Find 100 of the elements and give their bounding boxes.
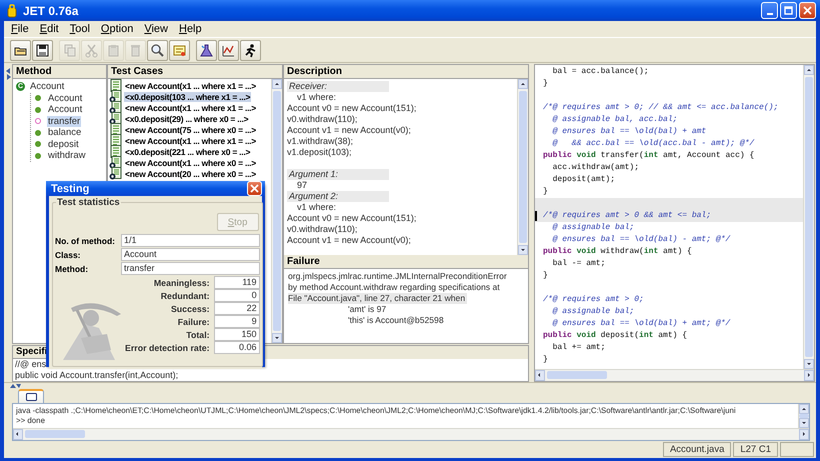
dialog-title: Testing xyxy=(51,182,90,194)
copy-icon xyxy=(62,42,77,58)
code-line: /*@ requires amt > 0; xyxy=(542,294,645,306)
pane-header: Description xyxy=(284,65,528,79)
menu-item[interactable]: File xyxy=(6,23,34,35)
scissors-icon xyxy=(84,42,99,58)
tree-item[interactable]: withdraw xyxy=(47,150,86,162)
stat-value: 119 xyxy=(214,276,260,289)
text-field[interactable]: Account xyxy=(121,248,260,261)
stat-value: 22 xyxy=(214,302,260,315)
test-case-item[interactable]: <new Account(x1 ... where x1 = ...> xyxy=(124,102,258,112)
text-field[interactable]: transfer xyxy=(121,262,260,275)
test-case-item[interactable]: <new Account(20 ... where x0 = ...> xyxy=(124,168,258,178)
horizontal-scrollbar[interactable] xyxy=(535,369,814,381)
running-figure-button[interactable] xyxy=(240,40,261,60)
test-case-item[interactable]: <x0.deposit(29) ... where x0 = ...> xyxy=(124,114,250,124)
menu-item[interactable]: Tool xyxy=(64,23,95,35)
specification-line: public void Account.transfer(int,Account); xyxy=(15,370,180,381)
description-line: Account v1 = new Account(v0); xyxy=(287,235,412,246)
test-case-item[interactable]: <x0.deposit(221 ... where x0 = ...> xyxy=(124,146,252,156)
tree-item[interactable]: Account xyxy=(47,104,84,116)
document-icon xyxy=(109,79,122,92)
console-tab[interactable] xyxy=(18,389,44,403)
code-line: @ ensures bal == \old(bal) + amt; @*/ xyxy=(552,318,732,330)
stat-value: 9 xyxy=(214,315,260,328)
group-label: Test statistics xyxy=(56,197,121,208)
search-icon xyxy=(150,42,165,58)
document-icon xyxy=(109,123,122,136)
vertical-scrollbar[interactable] xyxy=(803,65,814,369)
test-case-item[interactable]: <new Account(x1 ... where x1 = ...> xyxy=(124,80,258,90)
close-icon xyxy=(250,184,259,193)
clipboard-icon xyxy=(106,42,121,58)
figure-drawing xyxy=(63,303,121,360)
menu-item[interactable]: Edit xyxy=(34,23,64,35)
note-button[interactable] xyxy=(169,40,190,60)
failure-line: 'amt' is 97 xyxy=(347,304,388,315)
code-line: @ assignable bal, acc.bal; xyxy=(552,114,678,126)
description-line: v0.withdraw(110); xyxy=(287,114,358,125)
tree-item[interactable]: balance xyxy=(47,127,82,138)
description-line: Account v0 = new Account(151); xyxy=(287,213,418,224)
pane-header: Method xyxy=(13,65,106,79)
chart-button[interactable] xyxy=(218,40,239,60)
menu-item[interactable]: Help xyxy=(174,23,207,35)
specification-line: //@ ens xyxy=(15,359,48,370)
status-cell xyxy=(780,442,814,457)
code-line: @ && acc.bal == \old(acc.bal - amt); @*/ xyxy=(552,138,756,150)
split-arrows-icon[interactable] xyxy=(6,68,10,80)
flask-icon xyxy=(199,42,214,58)
status-cell: Account.java xyxy=(662,442,732,457)
code-line: acc.withdraw(amt); xyxy=(552,162,640,174)
code-line: @ ensures bal == \old(bal) + amt xyxy=(552,126,708,138)
tree-item[interactable]: transfer xyxy=(47,116,82,127)
test-case-item[interactable]: <new Account(x1 ... where x1 = ...> xyxy=(124,136,258,146)
search-button[interactable] xyxy=(147,40,168,60)
code-line: } xyxy=(542,270,549,282)
code-line: public void transfer(int amt, Account acc) { xyxy=(542,150,756,162)
text-field[interactable]: 1/1 xyxy=(121,234,260,247)
split-arrows-icon[interactable] xyxy=(10,384,21,388)
minimize-button[interactable] xyxy=(761,2,778,19)
description-line: v1.withdraw(38); xyxy=(287,136,354,147)
code-line: @ assignable bal; xyxy=(552,306,636,318)
tree-item[interactable]: Account xyxy=(29,81,66,92)
code-line: @ assignable bal; xyxy=(552,222,636,234)
code-line: public void deposit(int amt) { xyxy=(542,330,688,342)
test-case-item[interactable]: <x0.deposit(103 ... where x1 = ...> xyxy=(124,92,252,102)
description-line: v1 where: xyxy=(296,92,338,103)
tree-item[interactable]: Account xyxy=(47,92,84,104)
menu-item[interactable]: View xyxy=(139,23,173,35)
vertical-scrollbar[interactable] xyxy=(517,79,528,255)
vertical-scrollbar[interactable] xyxy=(271,79,282,343)
code-line: @ ensures bal == \old(bal) - amt; @*/ xyxy=(552,234,732,246)
window-title: JET 0.76a xyxy=(23,4,80,18)
code-line: /*@ requires amt > 0; // && amt <= acc.balance(); xyxy=(542,102,780,114)
note-icon xyxy=(172,42,187,58)
running-figure-icon xyxy=(243,42,258,58)
maximize-button[interactable] xyxy=(780,2,797,19)
menu-item[interactable]: Option xyxy=(96,23,138,35)
document-icon xyxy=(109,145,122,158)
floppy-disk-button[interactable] xyxy=(32,40,53,60)
vertical-scrollbar[interactable] xyxy=(798,404,809,428)
window-icon xyxy=(26,393,36,401)
failure-line: by method Account.withdraw regarding specifications at xyxy=(288,282,501,293)
failure-line: 'this' is Account@b52598 xyxy=(347,315,445,326)
folder-button[interactable] xyxy=(10,40,31,60)
description-line: v1.deposit(103); xyxy=(287,147,353,158)
close-button[interactable] xyxy=(247,181,262,196)
code-line: } xyxy=(542,186,549,198)
stat-label: Error detection rate: xyxy=(125,342,210,352)
description-line: Account v1 = new Account(v0); xyxy=(287,125,412,136)
flask-button[interactable] xyxy=(196,40,217,60)
field-label: No. of method: xyxy=(55,236,116,246)
description-line: Account v0 = new Account(151); xyxy=(287,103,418,114)
code-line: bal += amt; xyxy=(552,342,606,354)
tree-item[interactable]: deposit xyxy=(47,138,80,150)
close-button[interactable] xyxy=(799,2,816,19)
stat-value: 0.06 xyxy=(214,341,260,354)
test-case-item[interactable]: <new Account(x1 ... where x0 = ...> xyxy=(124,158,258,168)
description-line: 97 xyxy=(296,180,308,191)
test-case-item[interactable]: <new Account(75 ... where x0 = ...> xyxy=(124,124,258,134)
horizontal-scrollbar[interactable] xyxy=(13,428,809,440)
